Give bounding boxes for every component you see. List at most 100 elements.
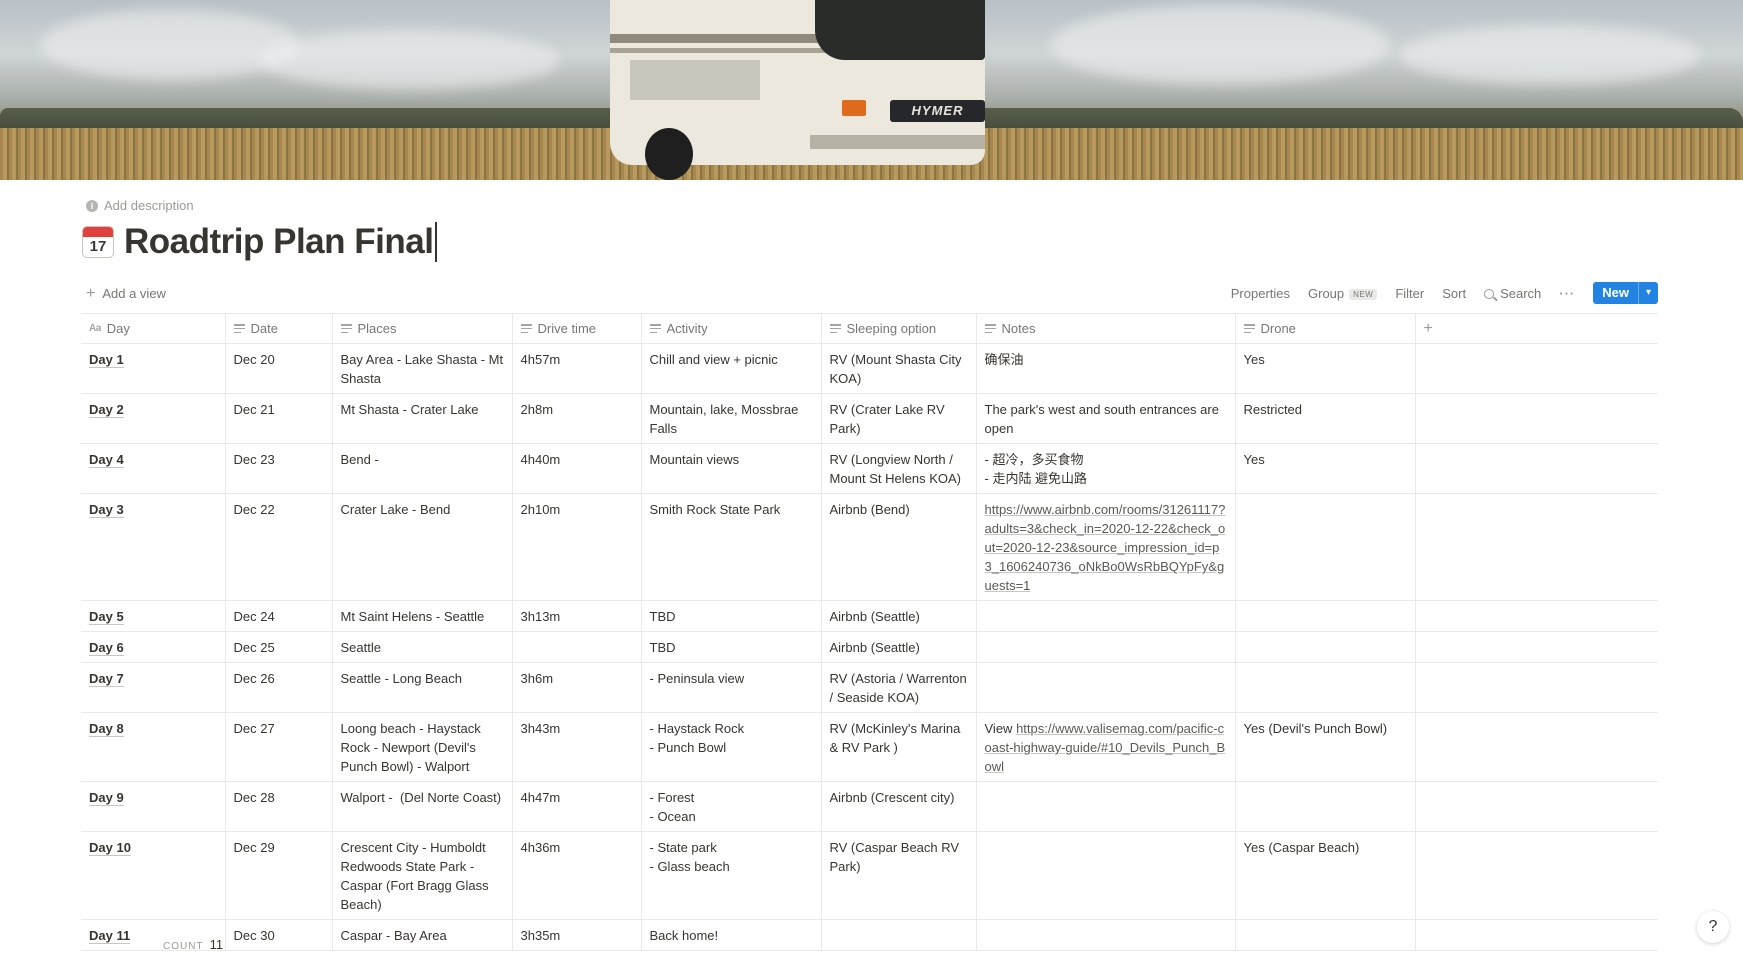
cell-drive-time[interactable]: 2h10m [511,493,641,601]
cell-places[interactable]: Seattle - Long Beach [331,662,512,713]
cell-notes[interactable]: The park's west and south entrances are … [975,393,1235,444]
table-row[interactable]: Day 5 Dec 24 Mt Saint Helens - Seattle 3… [81,600,1658,632]
cell-places[interactable]: Walport - (Del Norte Coast) [331,781,512,832]
cell-drone[interactable]: Yes [1234,343,1415,394]
help-button[interactable]: ? [1697,911,1729,943]
cell-date[interactable]: Dec 29 [224,831,332,920]
column-header-places[interactable]: Places [331,313,512,344]
cell-day[interactable]: Day 4 [81,443,225,494]
cell-activity[interactable]: - Forest - Ocean [640,781,821,832]
cell-day[interactable]: Day 7 [81,662,225,713]
cell-drone[interactable]: Restricted [1234,393,1415,444]
table-row[interactable]: Day 6 Dec 25 Seattle TBD Airbnb (Seattle… [81,631,1658,663]
cell-places[interactable]: Bay Area - Lake Shasta - Mt Shasta [331,343,512,394]
add-description-button[interactable]: i Add description [86,198,194,213]
cell-date[interactable]: Dec 23 [224,443,332,494]
cell-drive-time[interactable]: 2h8m [511,393,641,444]
column-header-activity[interactable]: Activity [640,313,821,344]
column-header-sleeping-option[interactable]: Sleeping option [820,313,976,344]
column-header-drone[interactable]: Drone [1234,313,1415,344]
cell-date[interactable]: Dec 24 [224,600,332,632]
table-row[interactable]: Day 3 Dec 22 Crater Lake - Bend 2h10m Sm… [81,493,1658,601]
cell-drone[interactable] [1234,662,1415,713]
cell-activity[interactable]: TBD [640,600,821,632]
more-options-icon[interactable]: ··· [1559,286,1575,301]
cell-drone[interactable] [1234,919,1415,951]
cell-sleeping-option[interactable]: RV (Crater Lake RV Park) [820,393,976,444]
filter-button[interactable]: Filter [1395,286,1424,301]
cell-day[interactable]: Day 5 [81,600,225,632]
cell-sleeping-option[interactable]: Airbnb (Bend) [820,493,976,601]
calendar-icon[interactable]: 17 [82,226,114,258]
cell-places[interactable]: Seattle [331,631,512,663]
cell-sleeping-option[interactable]: RV (Longview North / Mount St Helens KOA… [820,443,976,494]
cell-drive-time[interactable]: 4h47m [511,781,641,832]
cell-drone[interactable]: Yes [1234,443,1415,494]
cell-sleeping-option[interactable] [820,919,976,951]
cell-activity[interactable]: Smith Rock State Park [640,493,821,601]
cell-drone[interactable] [1234,631,1415,663]
valisemag-link[interactable]: https://www.valisemag.com/pacific-coast-… [985,721,1226,774]
cell-places[interactable]: Crescent City - Humboldt Redwoods State … [331,831,512,920]
cell-notes[interactable] [975,631,1235,663]
cell-activity[interactable]: Chill and view + picnic [640,343,821,394]
cell-drive-time[interactable]: 4h36m [511,831,641,920]
cell-activity[interactable]: - Haystack Rock - Punch Bowl [640,712,821,782]
cell-notes[interactable] [975,662,1235,713]
cell-drive-time[interactable]: 4h40m [511,443,641,494]
new-dropdown-chevron-icon[interactable]: ▾ [1638,282,1658,304]
table-row[interactable]: Day 9 Dec 28 Walport - (Del Norte Coast)… [81,781,1658,832]
cell-sleeping-option[interactable]: Airbnb (Seattle) [820,631,976,663]
cell-sleeping-option[interactable]: RV (Astoria / Warrenton / Seaside KOA) [820,662,976,713]
cell-drive-time[interactable]: 4h57m [511,343,641,394]
airbnb-link[interactable]: https://www.airbnb.com/rooms/31261117?ad… [985,502,1226,593]
cell-day[interactable]: Day 2 [81,393,225,444]
cell-places[interactable]: Caspar - Bay Area [331,919,512,951]
cell-date[interactable]: Dec 30 [224,919,332,951]
cell-drive-time[interactable]: 3h43m [511,712,641,782]
cell-notes[interactable]: 确保油 [975,343,1235,394]
cell-activity[interactable]: - State park - Glass beach [640,831,821,920]
cell-sleeping-option[interactable]: RV (Mount Shasta City KOA) [820,343,976,394]
cell-day[interactable]: Day 3 [81,493,225,601]
cell-sleeping-option[interactable]: Airbnb (Crescent city) [820,781,976,832]
cell-activity[interactable]: Back home! [640,919,821,951]
row-count[interactable]: COUNT 11 [163,937,223,952]
cell-places[interactable]: Mt Saint Helens - Seattle [331,600,512,632]
cell-drive-time[interactable]: 3h13m [511,600,641,632]
table-row[interactable]: Day 7 Dec 26 Seattle - Long Beach 3h6m -… [81,662,1658,713]
column-header-drive-time[interactable]: Drive time [511,313,641,344]
cell-day[interactable]: Day 1 [81,343,225,394]
add-property-button[interactable]: + [1414,313,1658,344]
cell-day[interactable]: Day 8 [81,712,225,782]
cell-notes[interactable]: - 超冷，多买食物 - 走内陆 避免山路 [975,443,1235,494]
cell-notes[interactable] [975,781,1235,832]
cell-day[interactable]: Day 9 [81,781,225,832]
cell-sleeping-option[interactable]: Airbnb (Seattle) [820,600,976,632]
cell-drone[interactable] [1234,600,1415,632]
column-header-date[interactable]: Date [224,313,332,344]
cell-date[interactable]: Dec 28 [224,781,332,832]
group-button[interactable]: Group NEW [1308,286,1378,301]
properties-button[interactable]: Properties [1231,286,1290,301]
cell-activity[interactable]: - Peninsula view [640,662,821,713]
search-button[interactable]: Search [1484,286,1541,301]
cell-drone[interactable]: Yes (Caspar Beach) [1234,831,1415,920]
column-header-day[interactable]: Aa Day [81,313,225,344]
cell-date[interactable]: Dec 25 [224,631,332,663]
cell-drone[interactable] [1234,493,1415,601]
cell-activity[interactable]: TBD [640,631,821,663]
table-row[interactable]: Day 4 Dec 23 Bend - 4h40m Mountain views… [81,443,1658,494]
cell-places[interactable]: Loong beach - Haystack Rock - Newport (D… [331,712,512,782]
cell-date[interactable]: Dec 20 [224,343,332,394]
cell-notes[interactable]: View https://www.valisemag.com/pacific-c… [975,712,1235,782]
cell-notes[interactable] [975,600,1235,632]
cell-drone[interactable] [1234,781,1415,832]
sort-button[interactable]: Sort [1442,286,1466,301]
table-row[interactable]: Day 2 Dec 21 Mt Shasta - Crater Lake 2h8… [81,393,1658,444]
cell-places[interactable]: Bend - [331,443,512,494]
cell-date[interactable]: Dec 21 [224,393,332,444]
cell-drone[interactable]: Yes (Devil's Punch Bowl) [1234,712,1415,782]
cell-date[interactable]: Dec 22 [224,493,332,601]
cell-activity[interactable]: Mountain views [640,443,821,494]
